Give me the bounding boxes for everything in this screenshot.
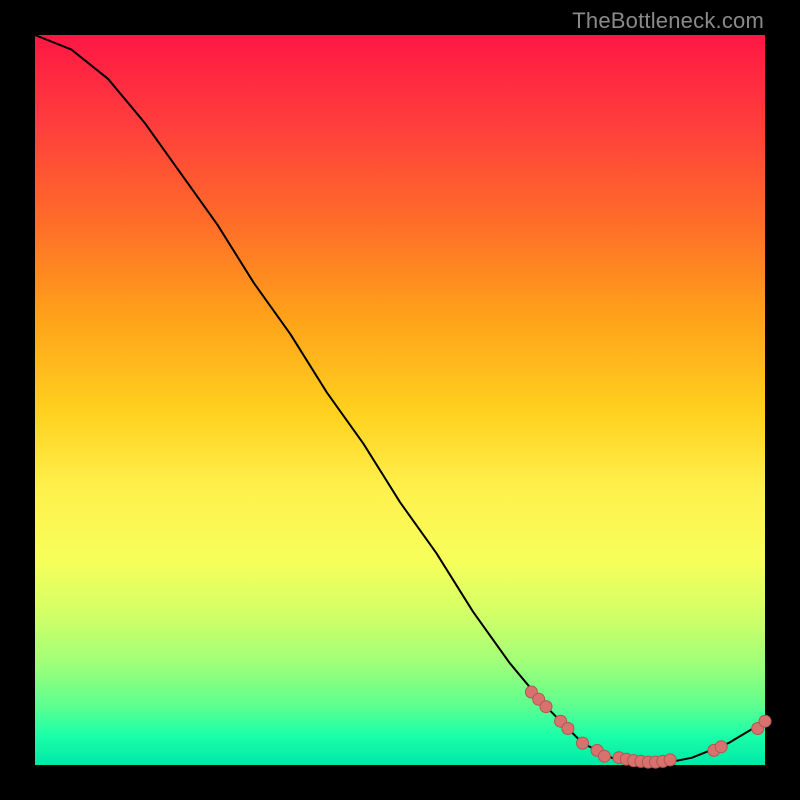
data-point	[715, 741, 727, 753]
watermark-text: TheBottleneck.com	[572, 8, 764, 34]
data-point	[664, 754, 676, 766]
data-point	[598, 750, 610, 762]
curve-markers	[525, 686, 771, 768]
data-point	[759, 715, 771, 727]
data-point	[540, 701, 552, 713]
data-point	[562, 723, 574, 735]
data-point	[577, 737, 589, 749]
chart-frame: TheBottleneck.com	[0, 0, 800, 800]
bottleneck-curve	[35, 35, 765, 765]
chart-overlay	[35, 35, 765, 765]
